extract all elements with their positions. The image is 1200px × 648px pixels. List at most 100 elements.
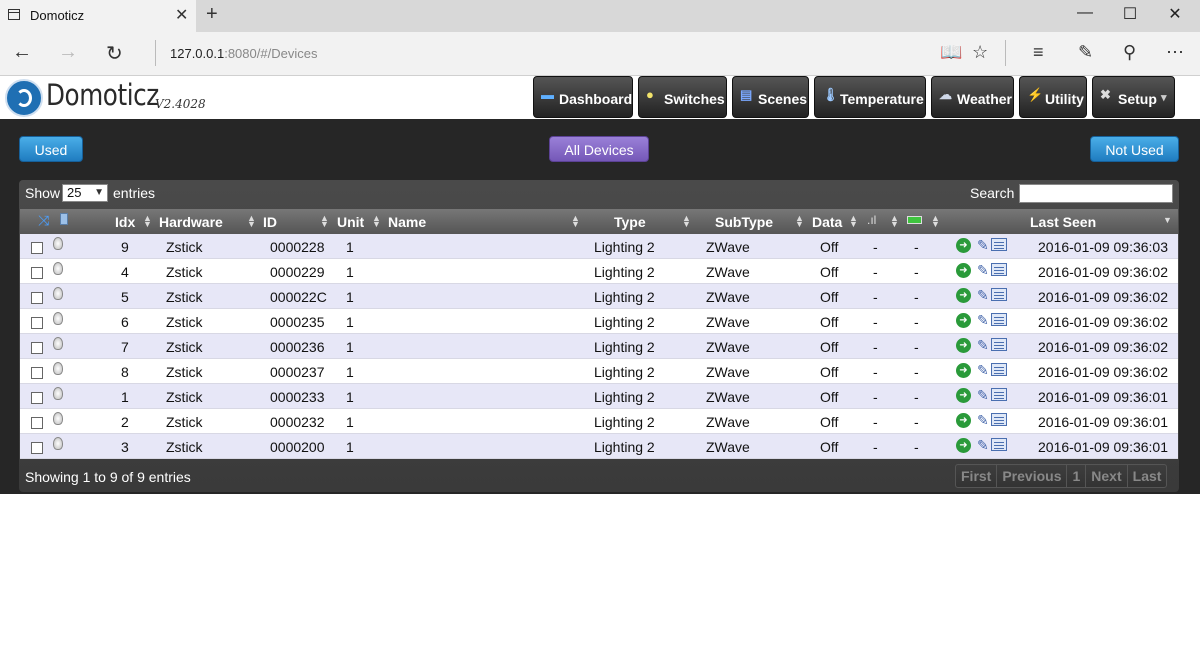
sort-icon[interactable]: ▲ ▼	[795, 214, 804, 229]
add-device-icon[interactable]: ➜	[956, 438, 971, 453]
sort-icon[interactable]: ▲ ▼	[890, 214, 899, 229]
edit-icon[interactable]: ✎	[977, 387, 989, 404]
menu-temperature[interactable]: 🌡 Temperature	[814, 76, 926, 118]
forward-icon[interactable]: →	[58, 41, 78, 64]
menu-switches[interactable]: ● Switches	[638, 76, 727, 118]
back-icon[interactable]: ←	[12, 41, 32, 64]
row-checkbox[interactable]	[31, 317, 43, 329]
edit-icon[interactable]: ✎	[977, 412, 989, 429]
col-hardware[interactable]: Hardware	[159, 214, 223, 230]
filter-all-devices-button[interactable]: All Devices	[549, 136, 649, 162]
table-row[interactable]: 3 Zstick 0000200 1 Lighting 2 ZWave Off - - 2016-…	[20, 434, 1178, 459]
sort-icon[interactable]: ▲ ▼	[372, 214, 381, 229]
pager-next[interactable]: Next	[1086, 465, 1128, 487]
add-device-icon[interactable]: ➜	[956, 363, 971, 378]
log-icon[interactable]	[991, 313, 1007, 326]
col-last-seen[interactable]: Last Seen	[1030, 214, 1096, 230]
row-checkbox[interactable]	[31, 342, 43, 354]
pager-previous[interactable]: Previous	[997, 465, 1068, 487]
edit-icon[interactable]: ✎	[977, 237, 989, 254]
edit-icon[interactable]: ✎	[977, 287, 989, 304]
share-icon[interactable]: ⚲	[1123, 42, 1136, 63]
browser-tab[interactable]: Domoticz ✕	[0, 0, 196, 32]
row-checkbox[interactable]	[31, 367, 43, 379]
sort-icon[interactable]: ▲ ▼	[571, 214, 580, 229]
log-icon[interactable]	[991, 438, 1007, 451]
signal-icon[interactable]: .ıl	[867, 213, 876, 227]
add-device-icon[interactable]: ➜	[956, 338, 971, 353]
page-size-select[interactable]: 25 ▼	[62, 184, 108, 202]
log-icon[interactable]	[991, 238, 1007, 251]
window-close-button[interactable]: ✕	[1155, 4, 1195, 28]
table-row[interactable]: 6 Zstick 0000235 1 Lighting 2 ZWave Off - - 2016-…	[20, 309, 1178, 334]
menu-setup[interactable]: ✖ Setup ▾	[1092, 76, 1175, 118]
edit-icon[interactable]: ✎	[977, 437, 989, 454]
table-row[interactable]: 4 Zstick 0000229 1 Lighting 2 ZWave Off - - 2016-…	[20, 259, 1178, 284]
add-device-icon[interactable]: ➜	[956, 413, 971, 428]
add-device-icon[interactable]: ➜	[956, 313, 971, 328]
row-checkbox[interactable]	[31, 417, 43, 429]
pager-last[interactable]: Last	[1128, 465, 1167, 487]
maximize-button[interactable]: ☐	[1110, 4, 1150, 28]
col-data[interactable]: Data	[812, 214, 842, 230]
table-row[interactable]: 7 Zstick 0000236 1 Lighting 2 ZWave Off - - 2016-…	[20, 334, 1178, 359]
col-subtype[interactable]: SubType	[715, 214, 773, 230]
menu-scenes[interactable]: ▤ Scenes	[732, 76, 809, 118]
col-name[interactable]: Name	[388, 214, 426, 230]
sort-icon[interactable]: ▲ ▼	[143, 214, 152, 229]
edit-icon[interactable]: ✎	[977, 312, 989, 329]
more-icon[interactable]: ⋯	[1166, 42, 1184, 63]
pager-page-1[interactable]: 1	[1067, 465, 1087, 487]
table-row[interactable]: 5 Zstick 000022C 1 Lighting 2 ZWave Off - - 2016-…	[20, 284, 1178, 309]
log-icon[interactable]	[991, 388, 1007, 401]
log-icon[interactable]	[991, 288, 1007, 301]
filter-used-button[interactable]: Used	[19, 136, 83, 162]
row-checkbox[interactable]	[31, 442, 43, 454]
add-device-icon[interactable]: ➜	[956, 238, 971, 253]
sort-icon[interactable]: ▲ ▼	[931, 214, 940, 229]
row-checkbox[interactable]	[31, 242, 43, 254]
log-icon[interactable]	[991, 413, 1007, 426]
hub-icon[interactable]: ≡	[1033, 42, 1044, 63]
web-note-icon[interactable]: ✎	[1078, 42, 1093, 63]
sort-desc-icon[interactable]: ▼	[1163, 215, 1172, 225]
table-row[interactable]: 2 Zstick 0000232 1 Lighting 2 ZWave Off - - 2016-…	[20, 409, 1178, 434]
shuffle-icon[interactable]: ⤨	[38, 212, 49, 229]
battery-icon[interactable]	[907, 216, 922, 224]
row-checkbox[interactable]	[31, 392, 43, 404]
pager-first[interactable]: First	[956, 465, 998, 487]
sort-icon[interactable]: ▲ ▼	[849, 214, 858, 229]
minimize-button[interactable]: —	[1065, 4, 1105, 28]
edit-icon[interactable]: ✎	[977, 337, 989, 354]
menu-utility[interactable]: ⚡ Utility	[1019, 76, 1087, 118]
edit-icon[interactable]: ✎	[977, 362, 989, 379]
favorite-star-icon[interactable]: ☆	[972, 42, 988, 63]
table-row[interactable]: 1 Zstick 0000233 1 Lighting 2 ZWave Off - - 2016-…	[20, 384, 1178, 409]
log-icon[interactable]	[991, 338, 1007, 351]
add-device-icon[interactable]: ➜	[956, 288, 971, 303]
menu-weather[interactable]: ☁ Weather	[931, 76, 1014, 118]
sort-icon[interactable]: ▲ ▼	[247, 214, 256, 229]
table-row[interactable]: 9 Zstick 0000228 1 Lighting 2 ZWave Off - - 2016-…	[20, 234, 1178, 259]
table-row[interactable]: 8 Zstick 0000237 1 Lighting 2 ZWave Off - - 2016-…	[20, 359, 1178, 384]
new-tab-button[interactable]: +	[206, 3, 218, 26]
add-device-icon[interactable]: ➜	[956, 388, 971, 403]
edit-icon[interactable]: ✎	[977, 262, 989, 279]
col-idx[interactable]: Idx	[115, 214, 135, 230]
log-icon[interactable]	[991, 263, 1007, 276]
filter-not-used-button[interactable]: Not Used	[1090, 136, 1179, 162]
reading-view-icon[interactable]: 📖	[940, 42, 962, 63]
col-id[interactable]: ID	[263, 214, 277, 230]
tab-close-icon[interactable]: ✕	[175, 5, 188, 25]
sort-icon[interactable]: ▲ ▼	[682, 214, 691, 229]
sort-icon[interactable]: ▲ ▼	[320, 214, 329, 229]
row-checkbox[interactable]	[31, 267, 43, 279]
add-device-icon[interactable]: ➜	[956, 263, 971, 278]
col-unit[interactable]: Unit	[337, 214, 364, 230]
search-input[interactable]	[1019, 184, 1173, 203]
url-field[interactable]: 127.0.0.1:8080/#/Devices	[170, 46, 317, 61]
refresh-icon[interactable]: ↻	[106, 41, 123, 66]
log-icon[interactable]	[991, 363, 1007, 376]
col-type[interactable]: Type	[614, 214, 646, 230]
trash-icon[interactable]	[60, 213, 68, 225]
